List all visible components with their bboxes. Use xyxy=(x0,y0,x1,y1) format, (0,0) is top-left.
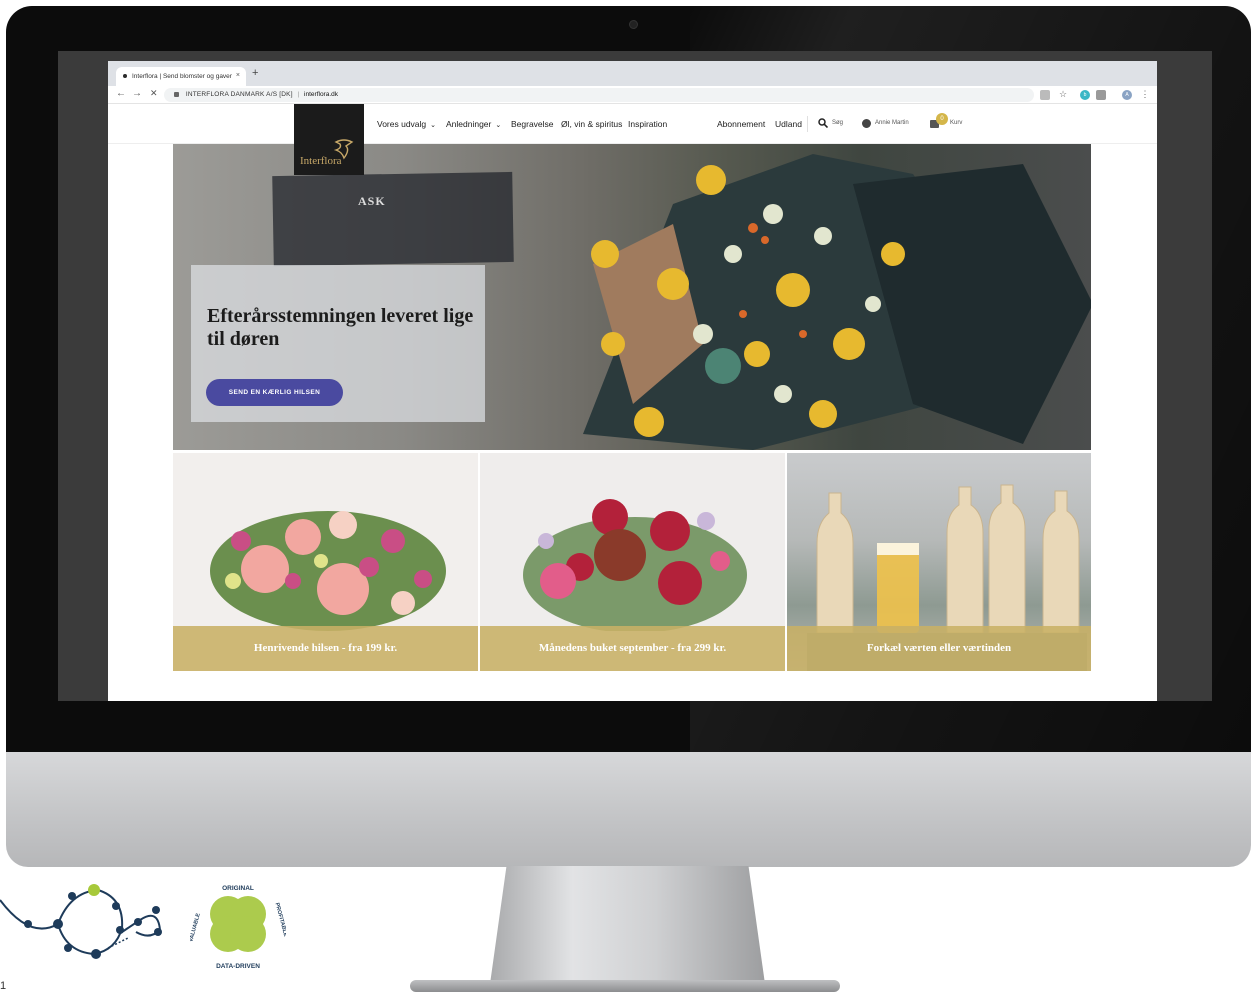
url-separator: | xyxy=(297,91,300,98)
nav-begravelse[interactable]: Begravelse xyxy=(511,119,554,129)
nav-abonnement[interactable]: Abonnement xyxy=(717,119,765,129)
imac-mockup: Interflora | Send blomster og gaver × + … xyxy=(0,0,1251,995)
nav-anledninger[interactable]: Anledninger ⌄ xyxy=(446,119,501,129)
cart-label[interactable]: Kurv xyxy=(950,120,962,126)
camera-extension-icon[interactable] xyxy=(1096,90,1106,100)
tile-caption: Henrivende hilsen - fra 199 kr. xyxy=(173,626,478,671)
close-tab-icon[interactable]: × xyxy=(236,72,240,79)
page-number: 1 xyxy=(0,980,7,992)
hero-title: Efterårsstemningen leveret lige til døre… xyxy=(207,305,474,350)
red-bouquet-image xyxy=(523,499,747,631)
network-graph-logo xyxy=(0,884,162,959)
page-bottom-space xyxy=(108,671,1157,701)
url-field[interactable]: INTERFLORA DANMARK A/S [DK] | interflora… xyxy=(164,88,1034,102)
url-organization: INTERFLORA DANMARK A/S [DK] xyxy=(185,91,293,98)
header-divider xyxy=(807,116,808,132)
back-icon[interactable]: ← xyxy=(116,88,126,99)
url-host: interflora.dk xyxy=(304,91,339,98)
hero-banner[interactable]: ASK Efterårsstemningen leveret lige til … xyxy=(173,144,1091,450)
camera-icon xyxy=(629,20,638,29)
tab-title: Interflora | Send blomster og gaver xyxy=(132,73,232,80)
search-label[interactable]: Søg xyxy=(832,120,843,126)
extension-icon[interactable]: b xyxy=(1080,90,1090,100)
nav-udland[interactable]: Udland xyxy=(775,119,802,129)
user-icon[interactable] xyxy=(862,119,871,128)
product-tile-vaert[interactable]: Forkæl værten eller værtinden xyxy=(787,453,1091,671)
profile-avatar-icon[interactable]: A xyxy=(1122,90,1132,100)
interflora-logo[interactable]: Interflora xyxy=(294,104,364,175)
imac-stand xyxy=(490,866,765,984)
new-tab-button[interactable]: + xyxy=(252,67,258,79)
imac-foot xyxy=(410,980,840,992)
background-sign-text: ASK xyxy=(358,194,386,208)
badge-top-label: ORIGINAL xyxy=(222,885,254,892)
badge-right-label: PROFITABLE xyxy=(274,902,286,937)
more-menu-icon[interactable]: ⋮ xyxy=(1140,90,1150,100)
tab-bar: Interflora | Send blomster og gaver × + xyxy=(108,61,1157,86)
browser-window: Interflora | Send blomster og gaver × + … xyxy=(108,61,1157,701)
badge-left-label: VALUABLE xyxy=(190,912,202,942)
cart-count-badge: 0 xyxy=(936,113,948,125)
stop-loading-icon[interactable]: ✕ xyxy=(150,88,158,99)
translate-icon[interactable] xyxy=(1040,90,1050,100)
chevron-down-icon: ⌄ xyxy=(495,122,502,129)
background-sign xyxy=(272,171,514,267)
product-tile-henrivende[interactable]: Henrivende hilsen - fra 199 kr. xyxy=(173,453,478,671)
lock-icon xyxy=(174,91,179,97)
value-badge: ORIGINAL DATA-DRIVEN VALUABLE PROFITABLE xyxy=(190,885,286,970)
user-name[interactable]: Annie Martin xyxy=(875,120,909,126)
nav-vores-udvalg[interactable]: Vores udvalg ⌄ xyxy=(377,119,436,129)
nav-vores-udvalg-label: Vores udvalg xyxy=(377,119,427,129)
bouquet-image xyxy=(583,154,1091,450)
nav-inspiration[interactable]: Inspiration xyxy=(628,119,667,129)
search-icon[interactable] xyxy=(818,118,828,128)
pink-bouquet-image xyxy=(210,511,446,631)
site-header: Interflora Vores udvalg ⌄ Anledninger ⌄ Be… xyxy=(108,104,1157,175)
hero-text-box: Efterårsstemningen leveret lige til døre… xyxy=(191,265,485,422)
tile-caption: Månedens buket september - fra 299 kr. xyxy=(480,626,785,671)
forward-icon[interactable]: → xyxy=(132,88,142,99)
hero-cta-button[interactable]: SEND EN KÆRLIG HILSEN xyxy=(206,379,343,406)
product-tile-maanedens-buket[interactable]: Månedens buket september - fra 299 kr. xyxy=(480,453,785,671)
tile-caption: Forkæl værten eller værtinden xyxy=(787,626,1091,671)
nav-ol-vin-spiritus[interactable]: Øl, vin & spiritus xyxy=(561,119,622,129)
address-bar: ← → ✕ INTERFLORA DANMARK A/S [DK] | inte… xyxy=(108,86,1157,104)
logo-text: Interflora xyxy=(300,155,342,167)
imac-chin xyxy=(6,752,1251,867)
chevron-down-icon: ⌄ xyxy=(430,122,437,129)
favicon-icon xyxy=(123,74,127,78)
bookmark-star-icon[interactable]: ☆ xyxy=(1058,90,1068,100)
browser-tab[interactable]: Interflora | Send blomster og gaver × xyxy=(116,67,246,86)
nav-anledninger-label: Anledninger xyxy=(446,119,492,129)
badge-bottom-label: DATA-DRIVEN xyxy=(216,963,260,970)
